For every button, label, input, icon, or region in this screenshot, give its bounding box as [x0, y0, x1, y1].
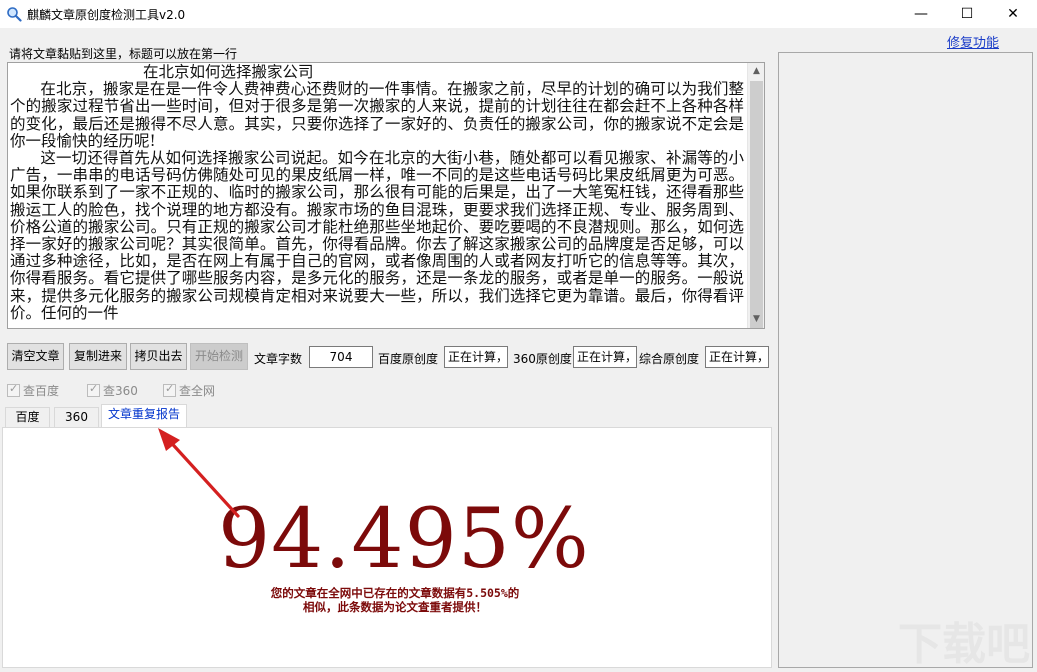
repair-function-link[interactable]: 修复功能	[947, 32, 999, 51]
scroll-up-icon[interactable]: ▲	[748, 63, 764, 80]
vertical-scrollbar[interactable]: ▲ ▼	[747, 63, 764, 328]
checkbox-icon[interactable]	[7, 382, 20, 397]
overall-originality-field[interactable]: 正在计算，请	[705, 346, 769, 368]
check-baidu-checkbox[interactable]: 查百度	[7, 382, 59, 399]
report-summary-line1: 您的文章在全网中已存在的文章数据有5.505%的	[270, 586, 520, 600]
window-title: 麒麟文章原创度检测工具v2.0	[27, 8, 186, 22]
originality-percentage: 94.495%	[218, 492, 590, 587]
start-check-button[interactable]: 开始检测	[190, 343, 248, 370]
check-web-checkbox[interactable]: 查全网	[163, 382, 215, 399]
scrollbar-thumb[interactable]	[750, 81, 763, 328]
scroll-down-icon[interactable]: ▼	[748, 311, 764, 328]
report-summary-line2: 相似，此条数据为论文查重者提供！	[303, 600, 487, 614]
maximize-button[interactable]: ☐	[944, 0, 990, 28]
word-count-field[interactable]: 704	[309, 346, 373, 368]
copy-in-button[interactable]: 复制进来	[69, 343, 127, 370]
tab-duplicate-report[interactable]: 文章重复报告	[101, 404, 187, 428]
checkbox-icon[interactable]	[163, 382, 176, 397]
baidu-originality-label: 百度原创度	[378, 352, 439, 366]
article-textarea[interactable]: 在北京如何选择搬家公司 在北京，搬家是在是一件令人费神费心还费财的一件事情。在搬…	[7, 62, 765, 329]
report-summary: 您的文章在全网中已存在的文章数据有5.505%的 相似，此条数据为论文查重者提供…	[220, 586, 570, 614]
download-site-watermark: 下载吧	[898, 619, 1030, 670]
word-count-label: 文章字数	[254, 352, 303, 366]
checkbox-icon[interactable]	[87, 382, 100, 397]
minimize-button[interactable]: —	[898, 0, 944, 28]
app-window: 麒麟文章原创度检测工具v2.0 — ☐ ✕ 修复功能 请将文章黏贴到这里，标题可…	[0, 0, 1037, 671]
article-text[interactable]: 在北京如何选择搬家公司 在北京，搬家是在是一件令人费神费心还费财的一件事情。在搬…	[10, 63, 744, 322]
tab-baidu[interactable]: 百度	[5, 407, 50, 428]
overall-originality-label: 综合原创度	[639, 352, 700, 366]
copy-out-button[interactable]: 拷贝出去	[130, 343, 187, 370]
360-originality-field[interactable]: 正在计算，请	[573, 346, 637, 368]
tab-360[interactable]: 360	[54, 407, 99, 428]
baidu-originality-field[interactable]: 正在计算，请	[444, 346, 508, 368]
clear-article-button[interactable]: 清空文章	[7, 343, 64, 370]
check-360-checkbox[interactable]: 查360	[87, 382, 138, 399]
right-side-panel	[778, 52, 1033, 668]
paste-hint-label: 请将文章黏贴到这里，标题可以放在第一行	[9, 47, 238, 61]
close-button[interactable]: ✕	[990, 0, 1036, 28]
title-bar[interactable]: 麒麟文章原创度检测工具v2.0 — ☐ ✕	[0, 0, 1037, 28]
magnifier-app-icon	[7, 7, 22, 22]
360-originality-label: 360原创度	[513, 352, 572, 366]
